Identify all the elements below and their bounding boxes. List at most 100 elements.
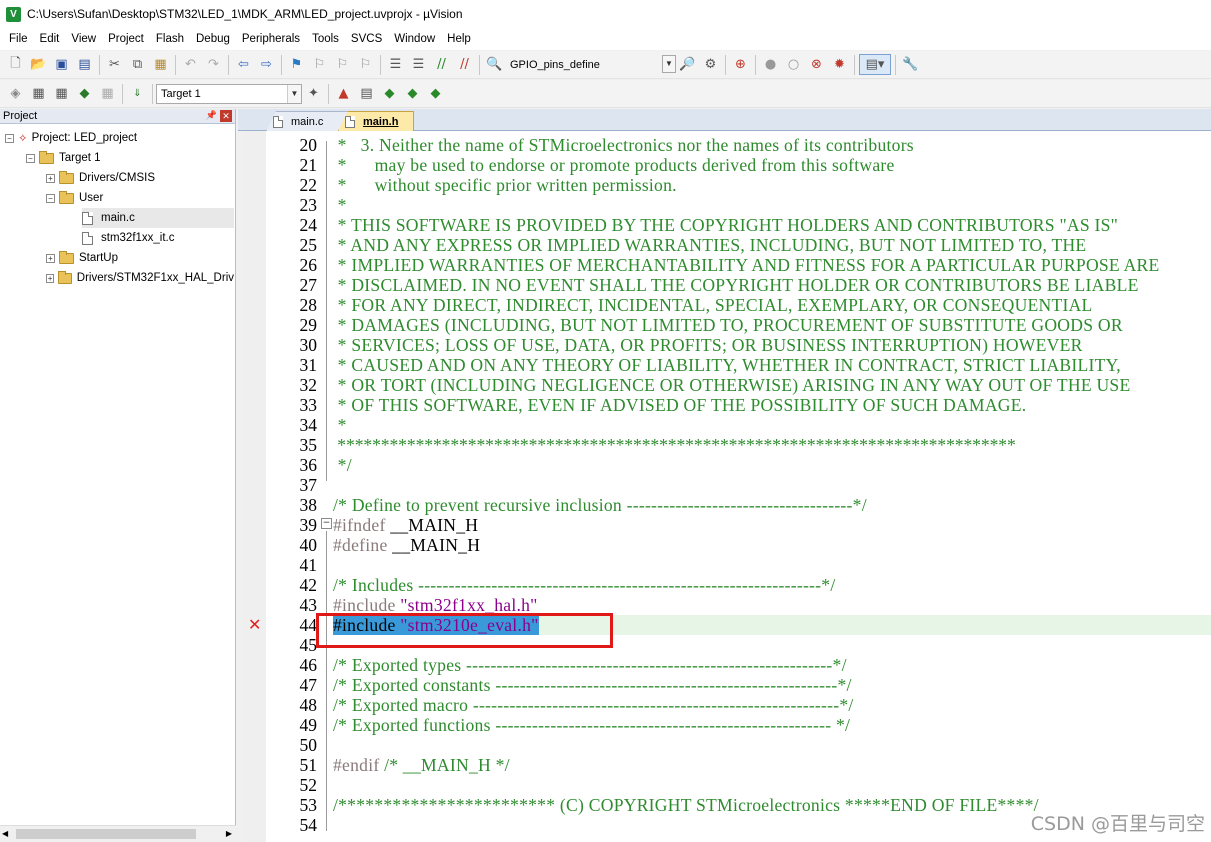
scrollbar-thumb[interactable]: [16, 829, 196, 839]
toolbar-separator: [281, 54, 282, 75]
save-icon[interactable]: ▣: [51, 54, 72, 75]
scroll-right-icon[interactable]: ▶: [226, 829, 232, 838]
menu-flash[interactable]: Flash: [150, 33, 190, 45]
cut-icon[interactable]: ✂: [104, 54, 125, 75]
comment-icon[interactable]: //: [431, 54, 452, 75]
expand-icon[interactable]: +: [46, 273, 55, 283]
code-text: * THIS SOFTWARE IS PROVIDED BY THE COPYR…: [333, 215, 1119, 235]
breakpoint-insert-icon[interactable]: ●: [760, 54, 781, 75]
copy-icon[interactable]: ⧉: [127, 54, 148, 75]
menu-peripherals[interactable]: Peripherals: [236, 33, 306, 45]
code-line: 39 #ifndef __MAIN_H: [243, 515, 1211, 535]
stop-build-icon[interactable]: ▦: [97, 83, 118, 104]
undo-icon[interactable]: ↶: [180, 54, 201, 75]
tree-item-stm32f1xx-it-c[interactable]: stm32f1xx_it.c: [82, 228, 175, 248]
nav-back-icon[interactable]: ⇦: [233, 54, 254, 75]
pack-installer-icon[interactable]: ◆: [402, 83, 423, 104]
tree-item-project[interactable]: − ✧ Project: LED_project: [5, 128, 137, 148]
menu-edit[interactable]: Edit: [34, 33, 66, 45]
unindent-icon[interactable]: ☰: [408, 54, 429, 75]
bookmark-next-icon[interactable]: ⚐: [332, 54, 353, 75]
bookmark-prev-icon[interactable]: ⚐: [309, 54, 330, 75]
batch-build-icon[interactable]: ◆: [74, 83, 95, 104]
toolbar-separator: [479, 54, 480, 75]
tab-main-h[interactable]: main.h: [338, 111, 414, 131]
menu-debug[interactable]: Debug: [190, 33, 236, 45]
line-number: 26: [299, 255, 318, 275]
find-icon[interactable]: 🔎: [677, 54, 698, 75]
menu-window[interactable]: Window: [388, 33, 441, 45]
collapse-icon[interactable]: −: [46, 193, 55, 203]
bookmark-icon[interactable]: ⚑: [286, 54, 307, 75]
include-string: "stm32f1xx_hal.h": [395, 595, 538, 615]
paste-icon[interactable]: ▦: [150, 54, 171, 75]
nav-forward-icon[interactable]: ⇨: [256, 54, 277, 75]
menu-svcs[interactable]: SVCS: [345, 33, 388, 45]
expand-icon[interactable]: +: [46, 253, 55, 263]
scroll-left-icon[interactable]: ◀: [2, 829, 8, 838]
save-all-icon[interactable]: ▤: [74, 54, 95, 75]
collapse-icon[interactable]: −: [5, 133, 14, 143]
chevron-down-icon[interactable]: ▼: [287, 84, 301, 103]
tree-item-drivers-hal[interactable]: + Drivers/STM32F1xx_HAL_Driv: [46, 268, 234, 288]
target-select-value: Target 1: [161, 87, 201, 100]
debug-session-icon[interactable]: ⊕: [730, 54, 751, 75]
code-editor[interactable]: − 20 * 3. Neither the name of STMicroele…: [243, 131, 1211, 842]
code-text: * CAUSED AND ON ANY THEORY OF LIABILITY,…: [333, 355, 1121, 375]
expand-icon[interactable]: +: [46, 173, 55, 183]
target-folder-icon: [39, 150, 54, 164]
menu-project[interactable]: Project: [102, 33, 150, 45]
configure-icon[interactable]: 🔧: [900, 54, 921, 75]
rebuild-icon[interactable]: ▦: [51, 83, 72, 104]
tree-item-startup[interactable]: + StartUp: [46, 248, 118, 268]
menu-help[interactable]: Help: [441, 33, 477, 45]
open-folder-icon[interactable]: 📂: [28, 54, 49, 75]
breakpoint-kill-icon[interactable]: ✹: [829, 54, 850, 75]
menu-view[interactable]: View: [65, 33, 102, 45]
code-line: 33 * OF THIS SOFTWARE, EVEN IF ADVISED O…: [243, 395, 1211, 415]
indent-icon[interactable]: ☰: [385, 54, 406, 75]
horizontal-scrollbar[interactable]: ◀ ▶: [0, 825, 236, 842]
toolbar-separator: [895, 54, 896, 75]
h-file-icon: [345, 115, 355, 128]
select-packs-icon[interactable]: ◆: [425, 83, 446, 104]
uncomment-icon[interactable]: //: [454, 54, 475, 75]
line-number: 28: [299, 295, 318, 315]
window-layout-icon[interactable]: ▤▾: [859, 54, 891, 75]
breakpoint-disable-icon[interactable]: ○: [783, 54, 804, 75]
build-icon[interactable]: ▦: [28, 83, 49, 104]
code-text: /* Exported macro ----------------------…: [333, 695, 854, 715]
tree-item-main-c[interactable]: main.c: [82, 208, 234, 228]
pin-icon[interactable]: 📌: [206, 110, 217, 121]
line-number: 24: [299, 215, 318, 235]
line-number: 30: [299, 335, 318, 355]
chevron-down-icon[interactable]: ▼: [662, 54, 676, 73]
line-number: 20: [299, 135, 318, 155]
tree-item-target[interactable]: − Target 1: [26, 148, 101, 168]
incremental-find-icon[interactable]: ⚙: [700, 54, 721, 75]
bookmark-clear-icon[interactable]: ⚐: [355, 54, 376, 75]
find-in-files-icon[interactable]: 🔍: [484, 54, 505, 75]
find-combo[interactable]: GPIO_pins_define ▼: [506, 54, 676, 75]
target-options-icon[interactable]: ✦: [303, 83, 324, 104]
target-select[interactable]: Target 1 ▼: [156, 83, 302, 104]
tree-item-user[interactable]: − User: [46, 188, 103, 208]
line-number: 47: [299, 675, 318, 695]
redo-icon[interactable]: ↷: [203, 54, 224, 75]
new-file-icon[interactable]: 🗋: [5, 54, 26, 75]
download-icon[interactable]: ⇓: [127, 83, 148, 104]
code-text: #ifndef __MAIN_H: [333, 515, 478, 535]
folder-icon: [59, 170, 74, 184]
menu-file[interactable]: File: [3, 33, 34, 45]
tree-item-drivers-cmsis[interactable]: + Drivers/CMSIS: [46, 168, 155, 188]
file-extensions-icon[interactable]: ▲: [333, 83, 354, 104]
line-number: 42: [299, 575, 318, 595]
breakpoint-clear-icon[interactable]: ⊗: [806, 54, 827, 75]
run-time-env-icon[interactable]: ◆: [379, 83, 400, 104]
manage-project-icon[interactable]: ▤: [356, 83, 377, 104]
menu-tools[interactable]: Tools: [306, 33, 345, 45]
error-icon[interactable]: ✕: [248, 615, 261, 635]
collapse-icon[interactable]: −: [26, 153, 35, 163]
translate-icon[interactable]: ◈: [5, 83, 26, 104]
close-icon[interactable]: ✕: [220, 110, 232, 122]
